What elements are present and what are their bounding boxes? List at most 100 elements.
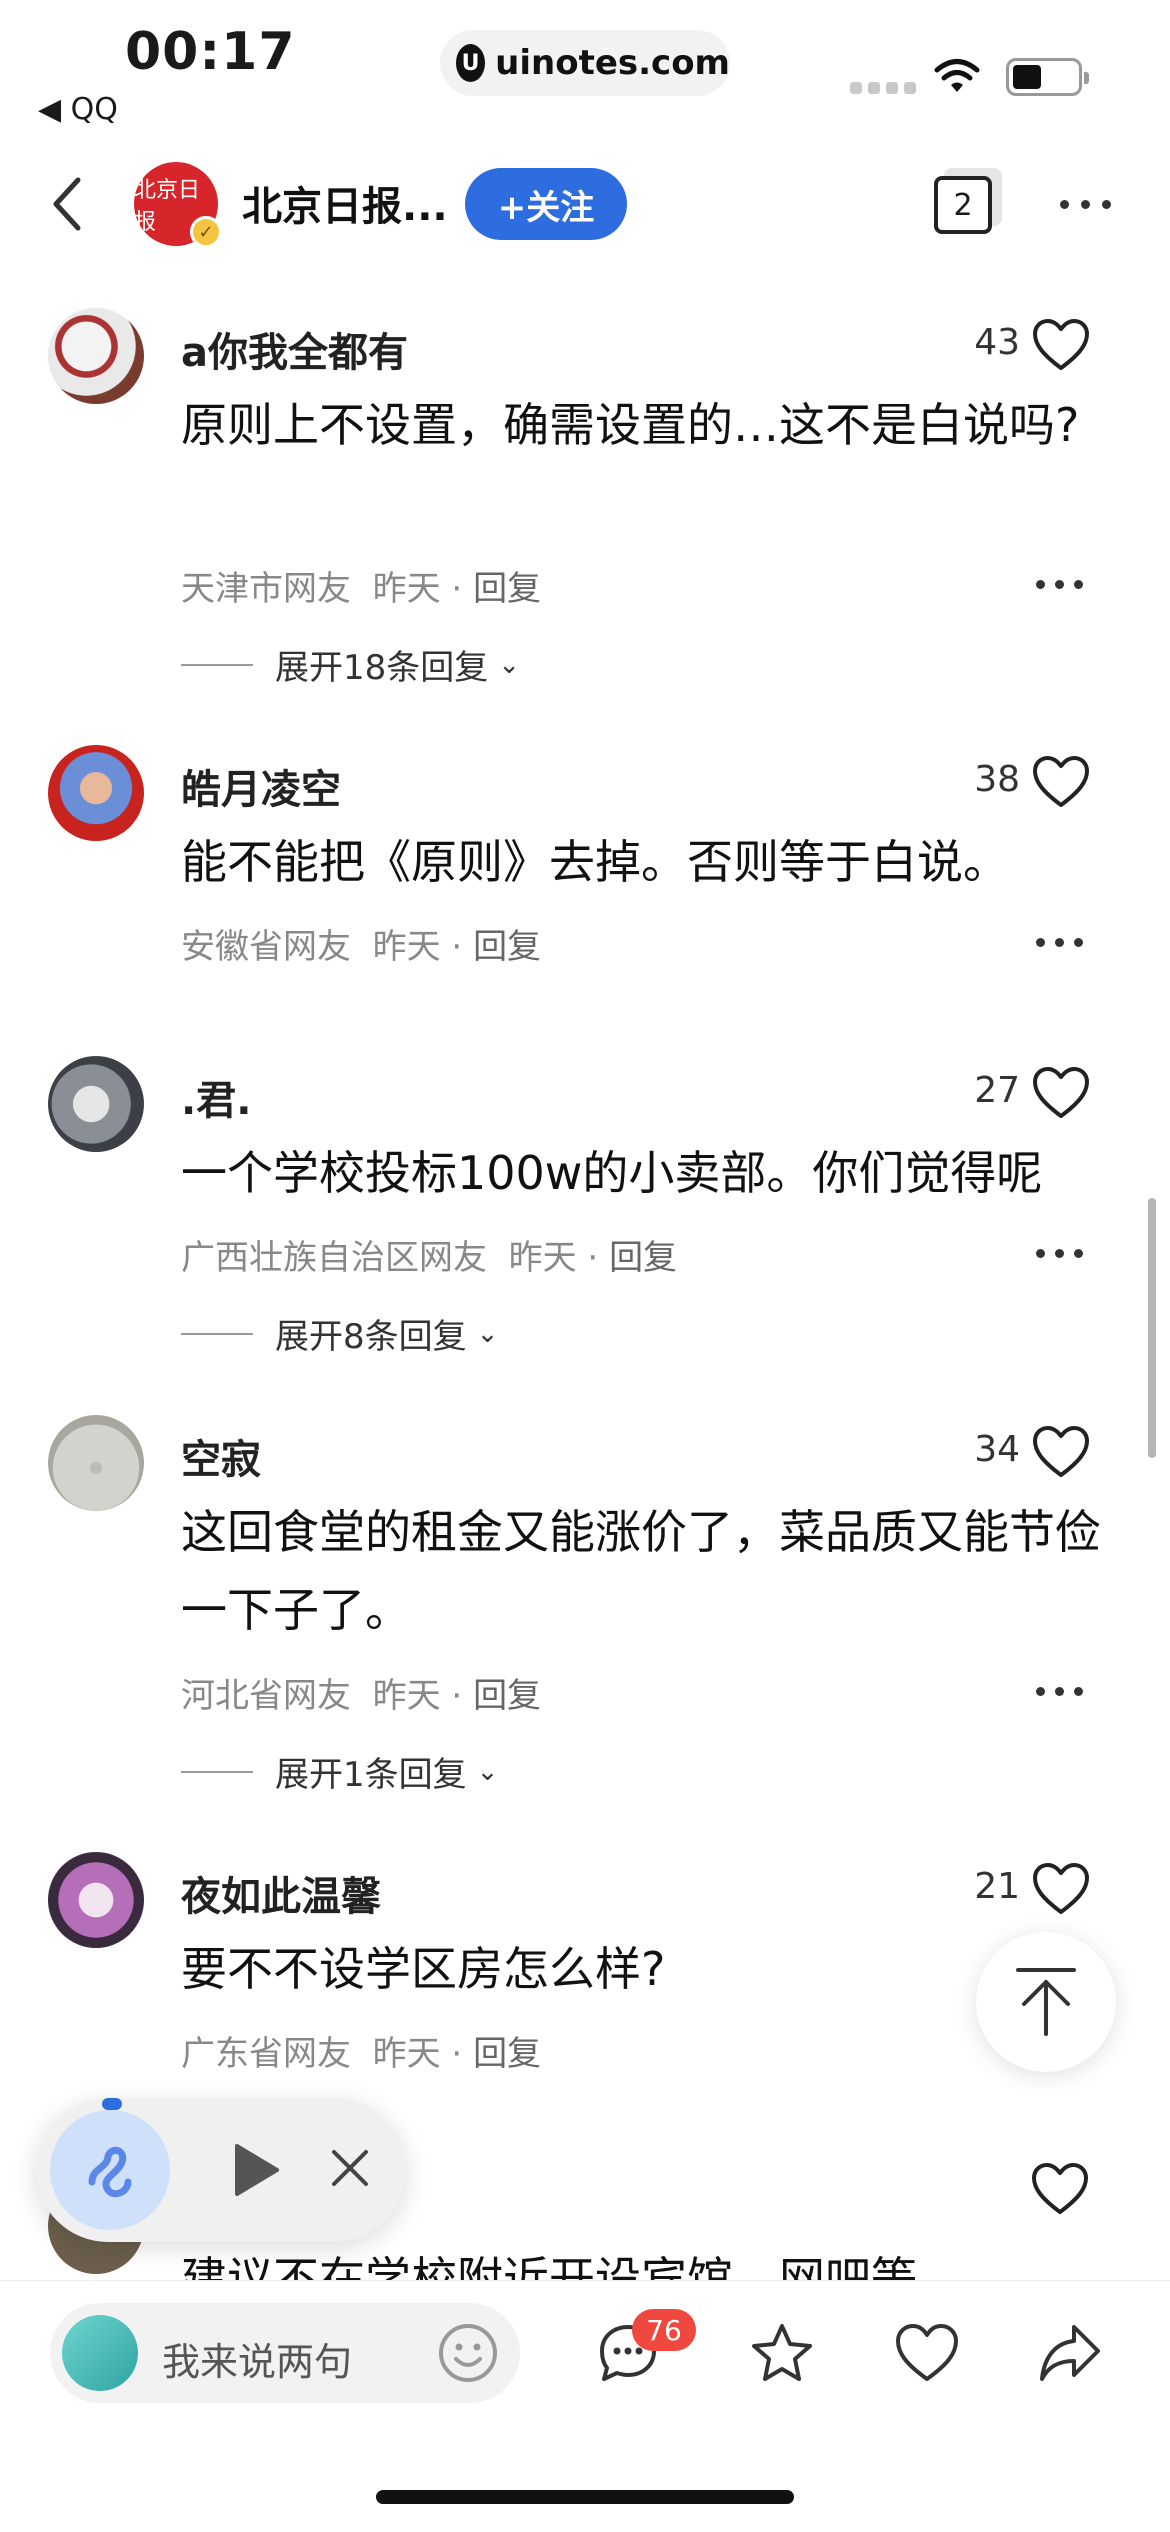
avatar[interactable] [48,1852,144,1948]
comment-text: 能不能把《原则》去掉。否则等于白说。 [181,835,1009,889]
tabs-count-button[interactable]: 2 [934,176,992,234]
comment-author[interactable]: 皓月凌空 [181,757,341,815]
avatar[interactable] [48,1056,144,1152]
comment-text: 这回食堂的租金又能涨价了，菜品质又能节俭一下子了。 [181,1505,1101,1637]
heart-icon[interactable] [1032,1862,1090,1916]
expand-replies-label: 展开18条回复 [275,648,489,688]
more-icon[interactable] [1060,200,1111,209]
expand-replies-label: 展开8条回复 [275,1317,467,1357]
share-icon[interactable] [1036,2321,1104,2385]
comment-author[interactable]: a你我全都有 [181,320,408,378]
comment-meta: 天津市网友 昨天 · 回复 [181,569,542,609]
star-icon[interactable] [748,2321,816,2385]
reply-button[interactable]: 回复 [473,2034,541,2074]
comment-location: 广西壮族自治区网友 [181,1238,487,1278]
scrollbar[interactable] [1148,1198,1156,1458]
close-icon[interactable] [326,2144,374,2192]
more-icon[interactable] [1036,580,1083,589]
heart-icon[interactable] [1032,318,1090,372]
audio-orb-icon[interactable] [50,2110,170,2230]
follow-button[interactable]: +关注 [465,168,627,240]
audio-float-player[interactable] [36,2098,406,2242]
comment-location: 河北省网友 [181,1676,351,1716]
emoji-icon[interactable] [436,2321,500,2385]
avatar[interactable] [48,1415,144,1511]
like-count: 27 [974,1070,1020,1111]
expand-replies-label: 展开1条回复 [275,1755,467,1795]
reply-button[interactable]: 回复 [473,927,541,967]
article-header: 北京日报 ✓ 北京日报... +关注 2 [0,150,1170,260]
comment-meta: 河北省网友 昨天 · 回复 [181,1676,542,1716]
site-logo-icon: U [456,44,486,82]
expand-replies-button[interactable]: 展开8条回复 ⌄ [181,1309,498,1358]
expand-replies-button[interactable]: 展开1条回复 ⌄ [181,1747,498,1796]
wave-logo-icon [88,2146,132,2198]
url-text: uinotes.com [495,43,730,83]
like-count: 21 [974,1866,1020,1907]
chevron-down-icon: ⌄ [498,649,521,680]
battery-icon [1006,58,1089,96]
publisher-avatar[interactable]: 北京日报 ✓ [134,162,222,248]
more-icon[interactable] [1036,1249,1083,1258]
back-to-app-link[interactable]: ◀ QQ [38,92,118,127]
heart-icon[interactable] [1031,2162,1089,2216]
comment-location: 天津市网友 [181,569,351,609]
play-icon[interactable] [231,2142,281,2198]
chevron-down-icon: ⌄ [476,1756,499,1787]
comment-time: 昨天 [372,927,441,967]
audio-indicator-dot [102,2098,122,2110]
reply-button[interactable]: 回复 [473,1676,541,1716]
chevron-down-icon: ⌄ [476,1318,499,1349]
like-article-icon[interactable] [893,2321,961,2385]
comment-text: 建议不在学校附近开设宾馆，网吧等 [181,2252,917,2280]
arrow-up-icon [1016,1968,1076,2036]
like-count: 34 [974,1429,1020,1470]
status-time: 00:17 [125,22,296,82]
heart-icon[interactable] [1032,1066,1090,1120]
back-arrow-icon[interactable] [48,174,88,234]
comment-time: 昨天 [508,1238,577,1278]
comment-author[interactable]: 夜如此温馨 [181,1864,381,1922]
more-icon[interactable] [1036,938,1083,947]
comment-author[interactable]: 空寂 [181,1427,261,1485]
comment-input-placeholder: 我来说两句 [162,2340,353,2384]
comment-meta: 安徽省网友 昨天 · 回复 [181,927,542,967]
url-pill[interactable]: U uinotes.com [440,30,730,96]
like-control[interactable]: 34 [960,1425,1090,1485]
avatar[interactable] [48,308,144,404]
like-control[interactable]: 27 [960,1066,1090,1126]
status-bar: 00:17 ◀ QQ U uinotes.com [0,0,1170,140]
like-count: 43 [974,322,1020,363]
expand-line [181,1332,253,1335]
expand-line [181,1770,253,1773]
user-avatar [62,2315,138,2391]
comment-time: 昨天 [372,1676,441,1716]
reply-button[interactable]: 回复 [473,569,541,609]
comment-meta: 广西壮族自治区网友 昨天 · 回复 [181,1238,678,1278]
comment-input[interactable]: 我来说两句 [50,2303,520,2403]
cellular-signal-icon [850,82,916,94]
comment-text: 要不不设学区房怎么样? [181,1942,666,1996]
like-control[interactable]: 43 [960,318,1090,378]
expand-line [181,663,253,666]
home-indicator[interactable] [376,2490,794,2504]
more-icon[interactable] [1036,1687,1083,1696]
back-to-top-button[interactable] [976,1932,1116,2072]
comment-location: 安徽省网友 [181,927,351,967]
publisher-name[interactable]: 北京日报... [242,174,448,232]
like-control[interactable]: 38 [960,755,1090,815]
heart-icon[interactable] [1032,755,1090,809]
like-control[interactable]: 21 [960,1862,1090,1922]
comment-count-badge: 76 [632,2309,696,2351]
verified-badge-icon: ✓ [190,216,222,248]
expand-replies-button[interactable]: 展开18条回复 ⌄ [181,640,520,689]
avatar[interactable] [48,745,144,841]
reply-button[interactable]: 回复 [609,1238,677,1278]
comment-text: 原则上不设置，确需设置的…这不是白说吗? [181,398,1080,452]
comment-time: 昨天 [372,2034,441,2074]
comment-time: 昨天 [372,569,441,609]
heart-icon[interactable] [1032,1425,1090,1479]
comment-author[interactable]: .君. [181,1068,251,1126]
comment-location: 广东省网友 [181,2034,351,2074]
wifi-icon [934,59,980,92]
